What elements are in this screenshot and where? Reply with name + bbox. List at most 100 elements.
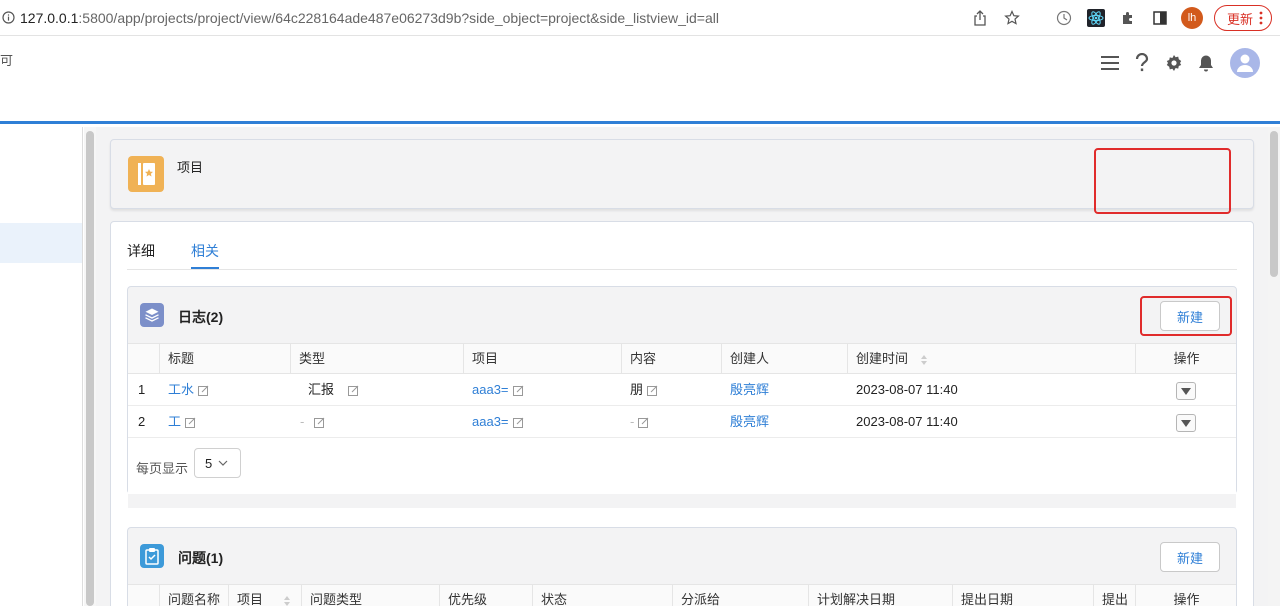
highlight-box-header-actions xyxy=(1094,148,1231,214)
page-size-select[interactable]: 5 xyxy=(194,448,241,478)
row-index: 1 xyxy=(138,382,146,397)
site-info-icon[interactable] xyxy=(0,10,16,26)
left-sidebar xyxy=(0,127,83,606)
user-avatar[interactable] xyxy=(1230,48,1260,78)
col-created-time[interactable]: 创建时间 xyxy=(847,344,1135,374)
edit-icon[interactable] xyxy=(348,385,359,397)
tab-bar: 详细 相关 xyxy=(127,222,1237,270)
col-actions: 操作 xyxy=(1135,344,1237,374)
side-panel-icon[interactable] xyxy=(1144,5,1176,31)
help-icon[interactable] xyxy=(1130,49,1154,77)
edit-icon[interactable] xyxy=(314,417,325,429)
col-creator[interactable]: 创建人 xyxy=(721,344,847,374)
sidebar-scrollbar-thumb[interactable] xyxy=(86,131,94,606)
col-project[interactable]: 项目 xyxy=(463,344,621,374)
col-raised-date[interactable]: 提出日期 xyxy=(952,585,1093,606)
active-tab-indicator xyxy=(191,267,219,269)
share-icon[interactable] xyxy=(964,5,996,31)
record-title: 项目 xyxy=(177,160,204,175)
profile-initials: lh xyxy=(1180,7,1203,29)
edit-icon[interactable] xyxy=(638,417,649,429)
col-status[interactable]: 状态 xyxy=(532,585,672,606)
cell-type: - xyxy=(300,406,325,438)
issues-new-button[interactable]: 新建 xyxy=(1160,542,1220,572)
bookmark-star-icon[interactable] xyxy=(996,5,1028,31)
col-assigned-to[interactable]: 分派给 xyxy=(672,585,808,606)
cell-title: 工 xyxy=(168,406,196,438)
caret-down-icon xyxy=(1181,387,1191,395)
col-issue-type[interactable]: 问题类型 xyxy=(301,585,439,606)
main-content: 项目 详细 相关 日志(2) 新建 标题 类型 项目 内容 创建人 创建时间 操… xyxy=(96,127,1268,606)
logs-card-footer xyxy=(128,494,1236,508)
issues-table: 问题名称 项目 问题类型 优先级 状态 分派给 计划解决日期 提出日期 提出 操… xyxy=(128,584,1236,606)
app-header: 可 xyxy=(0,36,1280,124)
edit-icon[interactable] xyxy=(185,417,196,429)
tab-panel: 详细 相关 日志(2) 新建 标题 类型 项目 内容 创建人 创建时间 操作 1… xyxy=(110,221,1254,606)
project-link[interactable]: aaa3= xyxy=(472,414,509,429)
cell-created-time: 2023-08-07 11:40 xyxy=(856,382,958,397)
clipboard-check-icon xyxy=(140,544,164,568)
settings-gear-icon[interactable] xyxy=(1162,49,1186,77)
sidebar-item-active[interactable] xyxy=(0,223,82,263)
profile-avatar[interactable]: lh xyxy=(1176,5,1208,31)
col-title[interactable]: 标题 xyxy=(159,344,290,374)
project-link[interactable]: aaa3= xyxy=(472,382,509,397)
logs-table: 标题 类型 项目 内容 创建人 创建时间 操作 1 工水 汇报 aaa3= 朋 xyxy=(128,343,1236,508)
layers-icon xyxy=(140,303,164,327)
row-actions-dropdown[interactable] xyxy=(1176,414,1196,432)
table-row: 2 工 - aaa3= - 殷亮辉 2023-08-07 11:40 xyxy=(128,406,1236,438)
page-scrollbar[interactable] xyxy=(1268,127,1280,606)
tab-related[interactable]: 相关 xyxy=(191,241,219,261)
creator-link[interactable]: 殷亮辉 xyxy=(730,406,769,438)
issues-table-header: 问题名称 项目 问题类型 优先级 状态 分派给 计划解决日期 提出日期 提出 操… xyxy=(128,584,1236,606)
cell-type: 汇报 xyxy=(308,374,359,406)
react-devtools-icon[interactable] xyxy=(1080,5,1112,31)
edit-icon[interactable] xyxy=(647,385,658,397)
col-raised-by[interactable]: 提出 xyxy=(1093,585,1135,606)
separator xyxy=(1028,5,1048,31)
row-actions-dropdown[interactable] xyxy=(1176,382,1196,400)
logs-card-title: 日志(2) xyxy=(178,309,224,325)
user-icon xyxy=(1237,54,1253,72)
cell-created-time: 2023-08-07 11:40 xyxy=(856,414,958,429)
record-header: 项目 xyxy=(110,139,1254,214)
edit-icon[interactable] xyxy=(512,417,524,429)
menu-icon[interactable] xyxy=(1098,49,1122,77)
col-content[interactable]: 内容 xyxy=(621,344,721,374)
cell-content: - xyxy=(630,406,649,438)
title-link[interactable]: 工水 xyxy=(168,382,194,397)
tab-details[interactable]: 详细 xyxy=(127,241,155,261)
col-created-time-label: 创建时间 xyxy=(856,351,909,366)
col-priority[interactable]: 优先级 xyxy=(439,585,532,606)
extension-timer-icon[interactable] xyxy=(1048,5,1080,31)
type-value: 汇报 xyxy=(308,382,335,397)
browser-update-button[interactable]: 更新 xyxy=(1213,5,1272,31)
col-type[interactable]: 类型 xyxy=(290,344,463,374)
url-host: 127.0.0.1 xyxy=(20,9,79,26)
update-label: 更新 xyxy=(1226,11,1253,27)
col-issue-name[interactable]: 问题名称 xyxy=(159,585,228,606)
cell-project: aaa3= xyxy=(472,406,524,438)
url-path: :5800/app/projects/project/view/64c22816… xyxy=(78,9,719,26)
cell-title: 工水 xyxy=(168,374,209,406)
notification-bell-icon[interactable] xyxy=(1194,49,1218,77)
title-link[interactable]: 工 xyxy=(168,414,181,429)
edit-icon[interactable] xyxy=(198,385,209,397)
url-text[interactable]: 127.0.0.1:5800/app/projects/project/view… xyxy=(20,10,719,26)
logs-table-header: 标题 类型 项目 内容 创建人 创建时间 操作 xyxy=(128,343,1236,374)
edit-icon[interactable] xyxy=(512,385,524,397)
logs-pagination: 每页显示 5 xyxy=(128,438,1236,494)
page-size-value: 5 xyxy=(205,455,213,471)
extensions-puzzle-icon[interactable] xyxy=(1112,5,1144,31)
browser-address-bar: 127.0.0.1:5800/app/projects/project/view… xyxy=(0,0,1280,36)
logs-card-header: 日志(2) 新建 xyxy=(128,287,1236,343)
sidebar-scrollbar[interactable] xyxy=(84,127,96,606)
page-scrollbar-thumb[interactable] xyxy=(1270,131,1278,277)
highlight-box-new-button xyxy=(1140,296,1232,336)
content-value: 朋 xyxy=(630,382,644,397)
header-title-fragment: 可 xyxy=(0,53,14,68)
col-planned-resolve-date[interactable]: 计划解决日期 xyxy=(808,585,952,606)
col-project[interactable]: 项目 xyxy=(228,585,301,606)
sort-icon xyxy=(284,595,291,606)
creator-link[interactable]: 殷亮辉 xyxy=(730,374,769,406)
